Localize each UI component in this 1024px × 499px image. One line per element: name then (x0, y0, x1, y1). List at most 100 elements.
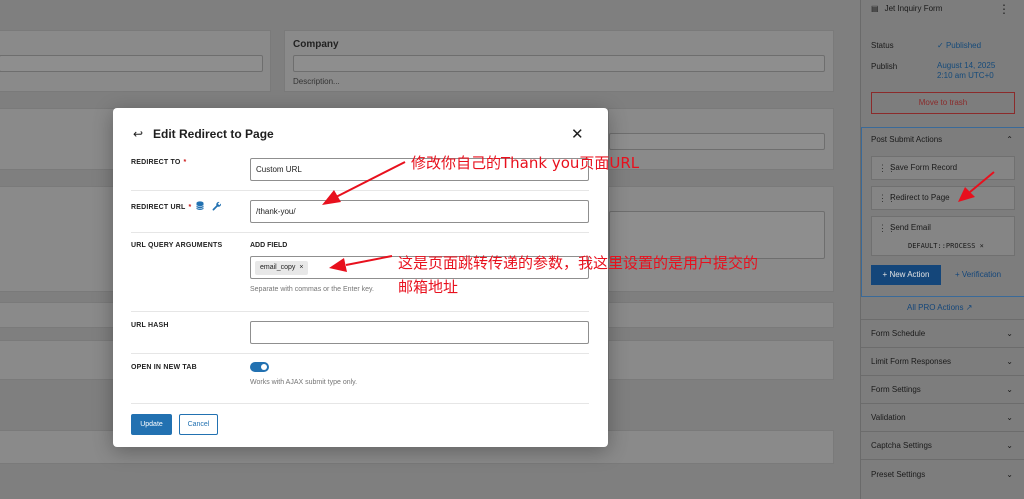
background-field-card (0, 30, 271, 92)
divider (131, 190, 589, 191)
verification-button[interactable]: + Verification (955, 270, 1001, 279)
section-title: Validation (871, 413, 906, 422)
drag-handle-icon[interactable]: ⋮⋮ (878, 217, 896, 239)
label-text: REDIRECT TO (131, 159, 181, 166)
cancel-button[interactable]: Cancel (179, 414, 218, 435)
url-query-arguments-label: URL QUERY ARGUMENTS (131, 242, 223, 249)
publish-date-text: August 14, 2025 (937, 61, 996, 70)
company-label: Company (293, 39, 339, 50)
url-hash-input[interactable] (250, 321, 589, 344)
remove-chip-icon[interactable]: × (297, 264, 303, 271)
background-card (0, 302, 115, 328)
document-icon: ▤ (871, 4, 879, 13)
section-title: Preset Settings (871, 470, 926, 479)
chevron-down-icon: ⌄ (1006, 413, 1013, 422)
company-description: Description... (293, 77, 340, 86)
label-text: REDIRECT URL (131, 204, 186, 211)
chevron-down-icon: ⌄ (1006, 470, 1013, 479)
divider (131, 403, 589, 404)
process-tag-text: DEFAULT::PROCESS (908, 242, 976, 250)
more-options-icon[interactable]: ⋮ (998, 2, 1010, 16)
divider (131, 311, 589, 312)
new-action-button[interactable]: + New Action (871, 265, 941, 285)
publish-label: Publish (871, 62, 898, 71)
open-in-new-tab-toggle[interactable] (250, 362, 269, 372)
status-label: Status (871, 41, 894, 50)
background-company-card: Company Description... (284, 30, 834, 92)
drag-handle-icon[interactable]: ⋮⋮ (878, 187, 896, 209)
url-hash-label: URL HASH (131, 322, 169, 329)
required-marker: * (183, 159, 187, 166)
plus-icon: + (955, 270, 962, 279)
section-preset-settings[interactable]: Preset Settings ⌄ (861, 459, 1024, 489)
action-save-form-record[interactable]: ⋮⋮ Save Form Record (871, 156, 1015, 180)
action-label: Save Form Record (890, 163, 958, 172)
move-to-trash-button[interactable]: Move to trash (871, 92, 1015, 114)
chevron-up-icon: ⌃ (1006, 134, 1013, 144)
database-icon[interactable] (196, 201, 204, 211)
background-card (608, 340, 834, 380)
drag-handle-icon[interactable]: ⋮⋮ (878, 157, 896, 179)
chevron-down-icon: ⌄ (1006, 329, 1013, 338)
annotation-redirect-url-note: 修改你自己的Thank you页面URL (411, 154, 640, 172)
post-submit-actions-header[interactable]: Post Submit Actions ⌃ (861, 127, 1024, 151)
form-title: Jet Inquiry Form (884, 4, 943, 13)
check-circle-icon: ✓ (937, 41, 944, 50)
chevron-down-icon: ⌄ (1006, 385, 1013, 394)
redirect-icon: ↩ (133, 127, 144, 141)
sidebar-header: ▤ Jet Inquiry Form (871, 4, 942, 13)
status-value[interactable]: ✓ Published (937, 41, 981, 51)
add-field-label: ADD FIELD (250, 242, 288, 249)
status-text: Published (945, 41, 982, 50)
wrench-icon[interactable] (212, 201, 222, 211)
background-card (0, 108, 115, 170)
action-send-email[interactable]: ⋮⋮ Send Email DEFAULT::PROCESS × (871, 216, 1015, 256)
section-captcha-settings[interactable]: Captcha Settings ⌄ (861, 431, 1024, 459)
divider (131, 232, 589, 233)
section-form-schedule[interactable]: Form Schedule ⌄ (861, 319, 1024, 347)
update-button[interactable]: Update (131, 414, 172, 435)
annotation-query-args-note-line1: 这是页面跳转传递的参数，我这里设置的是用户提交的 (398, 254, 759, 272)
background-card (0, 186, 115, 292)
open-in-new-tab-label: OPEN IN NEW TAB (131, 364, 197, 371)
chevron-down-icon: ⌄ (1006, 357, 1013, 366)
modal-title: Edit Redirect to Page (153, 127, 274, 141)
chevron-down-icon: ⌄ (1006, 441, 1013, 450)
verification-label: Verification (961, 270, 1002, 279)
section-title: Limit Form Responses (871, 357, 952, 366)
action-label: Redirect to Page (890, 193, 950, 202)
background-card (0, 340, 115, 380)
all-pro-actions-label: All PRO Actions (907, 303, 964, 312)
company-input (293, 55, 825, 72)
query-arguments-help: Separate with commas or the Enter key. (250, 286, 374, 293)
new-tab-help: Works with AJAX submit type only. (250, 379, 358, 386)
section-limit-form-responses[interactable]: Limit Form Responses ⌄ (861, 347, 1024, 375)
settings-sidebar: ▤ Jet Inquiry Form ⋮ Status ✓ Published … (860, 0, 1024, 499)
background-input (609, 133, 825, 150)
section-title: Form Schedule (871, 329, 926, 338)
publish-date[interactable]: August 14, 2025 2:10 am UTC+0 (937, 61, 995, 81)
field-chip[interactable]: email_copy × (255, 261, 309, 275)
background-card (608, 302, 834, 328)
redirect-to-label: REDIRECT TO * (131, 159, 186, 166)
background-card (608, 108, 834, 170)
new-action-label: New Action (889, 270, 930, 279)
section-title: Form Settings (871, 385, 921, 394)
process-tag: DEFAULT::PROCESS × (908, 235, 984, 257)
publish-time-text: 2:10 am UTC+0 (937, 71, 994, 80)
annotation-query-args-note-line2: 邮箱地址 (398, 278, 459, 296)
all-pro-actions-link[interactable]: All PRO Actions ↗ (907, 303, 972, 312)
section-form-settings[interactable]: Form Settings ⌄ (861, 375, 1024, 403)
close-icon[interactable]: × (980, 242, 984, 250)
background-card (608, 186, 834, 292)
section-title: Post Submit Actions (871, 134, 943, 144)
divider (131, 353, 589, 354)
close-icon[interactable]: ✕ (571, 125, 584, 143)
background-input (0, 55, 263, 72)
redirect-url-input[interactable]: /thank-you/ (250, 200, 589, 223)
action-redirect-to-page[interactable]: ⋮⋮ Redirect to Page (871, 186, 1015, 210)
section-validation[interactable]: Validation ⌄ (861, 403, 1024, 431)
chip-label: email_copy (260, 264, 296, 271)
action-label: Send Email (890, 223, 931, 232)
external-link-icon: ↗ (965, 303, 973, 312)
